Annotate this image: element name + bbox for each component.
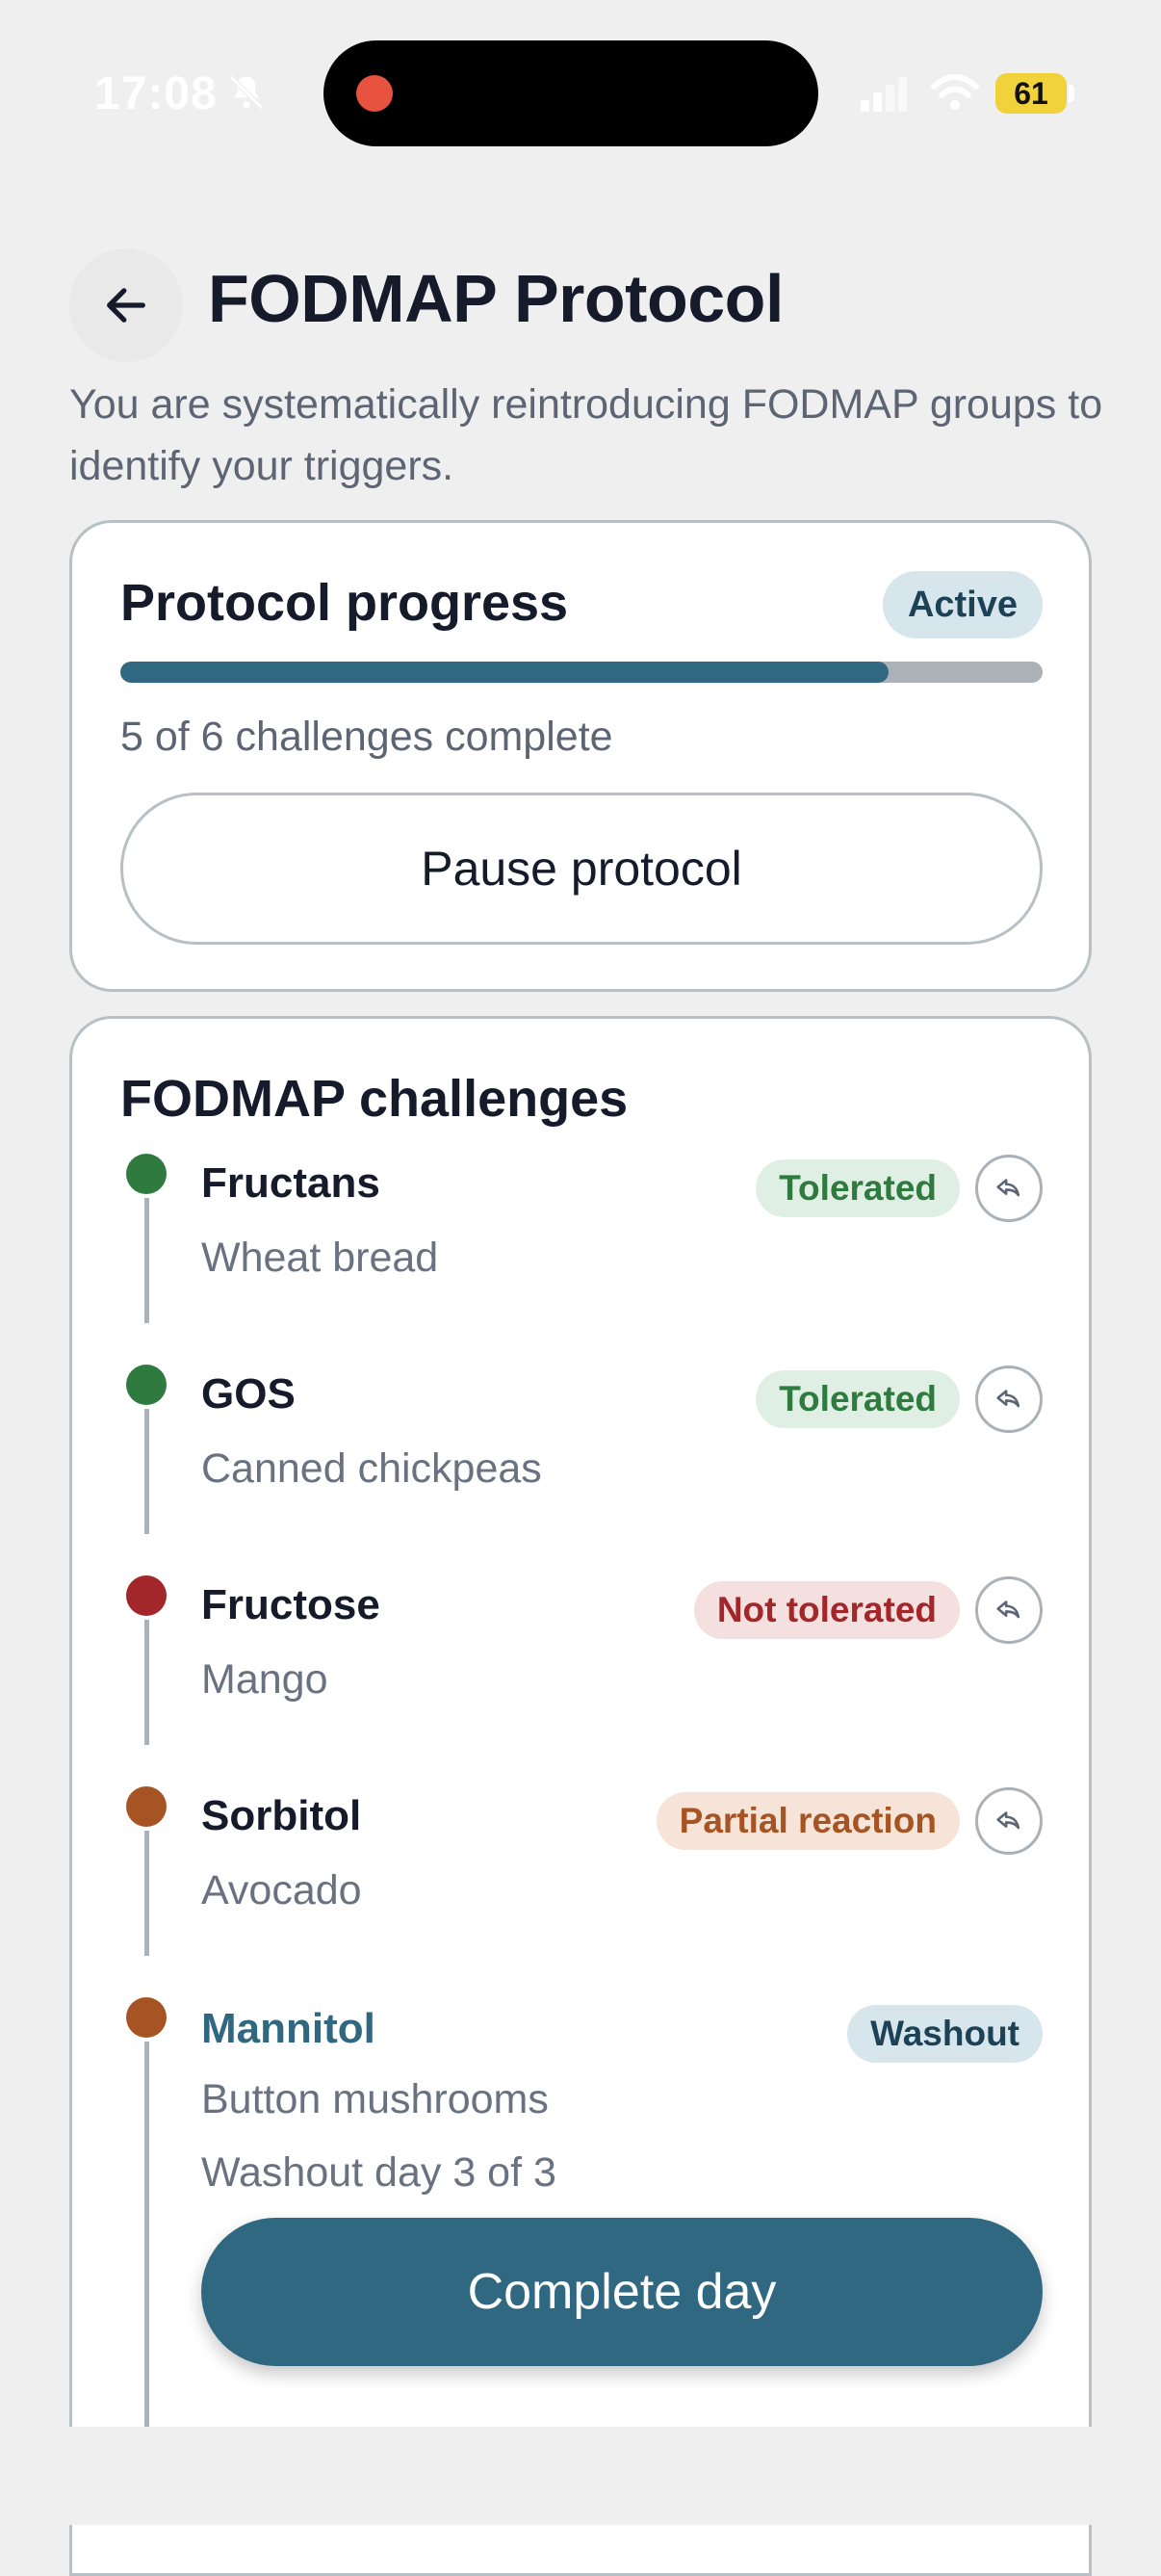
undo-button[interactable] (975, 1576, 1043, 1644)
challenge-food: Mango (201, 1656, 328, 1703)
status-dot (126, 1365, 167, 1405)
timeline-line (144, 1831, 149, 1956)
undo-icon (996, 1179, 1020, 1197)
signal-icon (861, 77, 907, 112)
challenge-item-fructans: Fructans Tolerated Wheat bread (72, 1154, 1089, 1366)
status-dot (126, 1997, 167, 2038)
status-badge: Washout (847, 2005, 1043, 2063)
challenge-item-fructose: Fructose Not tolerated Mango (72, 1575, 1089, 1787)
undo-button[interactable] (975, 1366, 1043, 1433)
challenge-name: Fructans (201, 1159, 380, 1207)
back-button[interactable] (69, 248, 183, 362)
status-badge: Active (882, 571, 1043, 638)
arrow-left-icon (107, 288, 145, 323)
progress-card-title: Protocol progress (120, 574, 569, 632)
status-time: 17:08 (94, 68, 218, 119)
challenge-name: Mannitol (201, 2005, 375, 2052)
undo-button[interactable] (975, 1155, 1043, 1222)
status-bar: 17:08 61 (0, 0, 1161, 183)
status-badge: Not tolerated (693, 1581, 960, 1639)
wifi-icon (931, 74, 979, 110)
recording-indicator (356, 75, 393, 112)
progress-bar-fill (120, 662, 889, 683)
timeline-line (144, 2042, 149, 2438)
timeline-line (144, 1198, 149, 1323)
battery-level: 61 (1014, 76, 1048, 111)
timeline-line (144, 1620, 149, 1745)
fodmap-challenges-card: FODMAP challenges Fructans Tolerated Whe… (69, 1016, 1092, 2576)
timeline-line (144, 1409, 149, 1534)
undo-icon (996, 1811, 1020, 1830)
dynamic-island (323, 40, 818, 146)
battery-cap (1069, 85, 1074, 102)
challenge-food: Avocado (201, 1867, 362, 1913)
bottom-strip (0, 2427, 1161, 2525)
status-dot (126, 1786, 167, 1827)
challenge-food: Wheat bread (201, 1235, 439, 1281)
status-dot (126, 1154, 167, 1194)
protocol-progress-card: Protocol progress Active 5 of 6 challeng… (69, 520, 1092, 992)
undo-button[interactable] (975, 1787, 1043, 1855)
status-badge: Tolerated (756, 1370, 960, 1428)
complete-day-button[interactable]: Complete day (201, 2218, 1043, 2366)
status-badge: Partial reaction (656, 1792, 960, 1850)
undo-icon (996, 1390, 1020, 1408)
washout-detail: Washout day 3 of 3 (201, 2149, 556, 2196)
challenge-name: Sorbitol (201, 1792, 362, 1839)
challenge-item-gos: GOS Tolerated Canned chickpeas (72, 1365, 1089, 1576)
challenge-item-sorbitol: Sorbitol Partial reaction Avocado (72, 1786, 1089, 1998)
status-badge: Tolerated (756, 1159, 960, 1217)
challenges-title: FODMAP challenges (120, 1070, 629, 1128)
challenge-name: Fructose (201, 1581, 380, 1628)
page-subtitle: You are systematically reintroducing FOD… (69, 381, 1103, 489)
pause-protocol-button[interactable]: Pause protocol (120, 793, 1043, 945)
status-dot (126, 1575, 167, 1616)
battery-icon: 61 (995, 73, 1067, 114)
progress-bar (120, 662, 1043, 683)
challenge-name: GOS (201, 1370, 296, 1418)
bell-slash-icon (228, 74, 265, 111)
challenge-food: Canned chickpeas (201, 1445, 542, 1492)
progress-summary: 5 of 6 challenges complete (120, 714, 613, 760)
page-title: FODMAP Protocol (208, 261, 784, 336)
challenge-food: Button mushrooms (201, 2076, 549, 2122)
undo-icon (996, 1600, 1020, 1619)
